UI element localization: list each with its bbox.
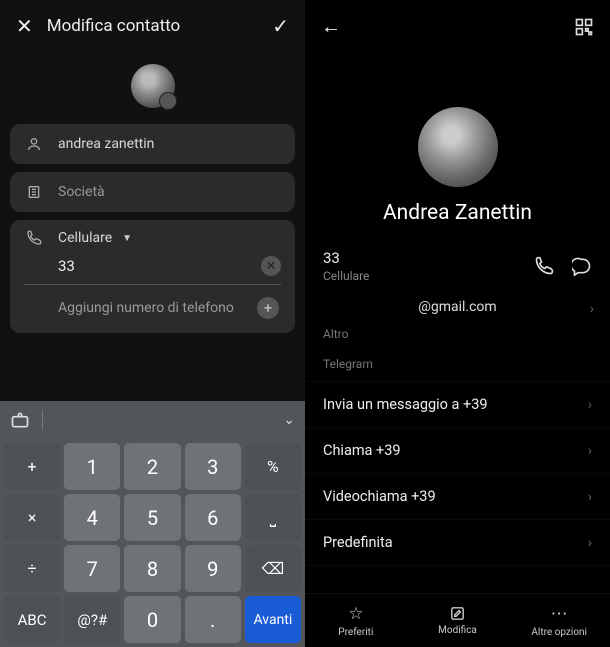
back-icon[interactable]: ← (321, 14, 341, 39)
key-next[interactable]: Avanti (245, 596, 301, 643)
message-icon[interactable] (572, 256, 592, 276)
nav-more-label: Altre opzioni (531, 627, 587, 638)
key-backspace[interactable]: ⌫ (245, 545, 301, 592)
clear-icon[interactable]: ✕ (261, 256, 281, 276)
phone-icon (24, 230, 44, 246)
chevron-right-icon: › (588, 489, 592, 505)
key-abc[interactable]: ABC (4, 596, 60, 643)
key-0[interactable]: 0 (124, 596, 180, 643)
email-value: @gmail.com (418, 299, 496, 315)
confirm-icon[interactable]: ✓ (272, 14, 289, 38)
chevron-down-icon: ▼ (122, 233, 132, 244)
person-icon (24, 136, 44, 152)
avatar-small[interactable] (131, 64, 175, 108)
default-action[interactable]: Predefinita › (305, 519, 610, 566)
phone-block: Cellulare ▼ 33 ✕ Aggiungi numero di tele… (10, 220, 295, 333)
company-field[interactable]: Società (10, 172, 295, 212)
nav-more[interactable]: ⋯ Altre opzioni (508, 594, 610, 647)
email-sub: Altro (305, 323, 610, 351)
key-2[interactable]: 2 (124, 443, 180, 490)
edit-title: Modifica contatto (47, 16, 272, 36)
chevron-right-icon: › (588, 397, 592, 413)
key-5[interactable]: 5 (124, 494, 180, 541)
key-percent[interactable]: % (245, 443, 301, 490)
call-label: Chiama +39 (323, 442, 401, 459)
building-icon (24, 184, 44, 200)
phone-number: 33 (323, 249, 534, 267)
close-icon[interactable]: ✕ (16, 14, 33, 38)
name-value: andrea zanettin (58, 136, 154, 152)
add-phone-row[interactable]: Aggiungi numero di telefono + (24, 285, 281, 329)
phone-info-row: 33 Cellulare (305, 243, 610, 291)
plus-icon[interactable]: + (257, 297, 279, 319)
chevron-right-icon: › (588, 443, 592, 459)
videocall-label: Videochiama +39 (323, 488, 436, 505)
chevron-right-icon: › (588, 535, 592, 551)
default-label: Predefinita (323, 534, 393, 551)
name-field[interactable]: andrea zanettin (10, 124, 295, 164)
videocall-action[interactable]: Videochiama +39 › (305, 473, 610, 519)
phone-type: Cellulare (323, 269, 534, 283)
key-1[interactable]: 1 (64, 443, 120, 490)
contact-detail-panel: ← Andrea Zanettin 33 Cellulare @gmail.co… (305, 0, 610, 647)
company-placeholder: Società (58, 184, 105, 200)
key-multiply[interactable]: × (4, 494, 60, 541)
edit-contact-panel: ✕ Modifica contatto ✓ andrea zanettin So… (0, 0, 305, 647)
qr-icon[interactable] (574, 17, 594, 37)
key-9[interactable]: 9 (185, 545, 241, 592)
key-8[interactable]: 8 (124, 545, 180, 592)
key-symbols[interactable]: @?# (64, 596, 120, 643)
key-divide[interactable]: ÷ (4, 545, 60, 592)
keyboard-collapse-icon[interactable]: ⌄ (283, 412, 295, 428)
phone-type-selector[interactable]: Cellulare ▼ (24, 230, 281, 246)
more-icon: ⋯ (551, 604, 568, 624)
phone-type-label: Cellulare (58, 230, 112, 246)
key-6[interactable]: 6 (185, 494, 241, 541)
phone-input[interactable]: 33 ✕ (24, 252, 281, 285)
key-space[interactable]: ⎵ (245, 494, 301, 541)
call-icon[interactable] (534, 256, 554, 276)
chevron-right-icon: › (590, 301, 594, 317)
key-plus[interactable]: + (4, 443, 60, 490)
numeric-keyboard: + 1 2 3 % × 4 5 6 ⎵ ÷ 7 8 9 ⌫ ABC @?# 0 … (0, 439, 305, 647)
star-icon: ☆ (348, 604, 363, 624)
key-dot[interactable]: . (185, 596, 241, 643)
edit-header: ✕ Modifica contatto ✓ (0, 0, 305, 52)
send-message-label: Invia un messaggio a +39 (323, 396, 488, 413)
key-4[interactable]: 4 (64, 494, 120, 541)
key-3[interactable]: 3 (185, 443, 241, 490)
bottom-nav: ☆ Preferiti Modifica ⋯ Altre opzioni (305, 593, 610, 647)
keyboard-mode-icon[interactable] (10, 410, 30, 430)
add-phone-label: Aggiungi numero di telefono (58, 300, 234, 316)
telegram-label: Telegram (305, 351, 610, 381)
call-action[interactable]: Chiama +39 › (305, 427, 610, 473)
view-header: ← (305, 0, 610, 53)
avatar-large[interactable] (418, 107, 498, 187)
send-message-action[interactable]: Invia un messaggio a +39 › (305, 381, 610, 427)
nav-edit-label: Modifica (438, 625, 477, 636)
key-7[interactable]: 7 (64, 545, 120, 592)
nav-favorites-label: Preferiti (338, 627, 373, 638)
email-row[interactable]: @gmail.com › (305, 291, 610, 323)
phone-value: 33 (58, 257, 261, 275)
edit-icon (449, 605, 466, 622)
nav-favorites[interactable]: ☆ Preferiti (305, 594, 407, 647)
nav-edit[interactable]: Modifica (407, 594, 509, 647)
keyboard-toolbar: ⌄ (0, 401, 305, 439)
contact-name: Andrea Zanettin (305, 201, 610, 225)
